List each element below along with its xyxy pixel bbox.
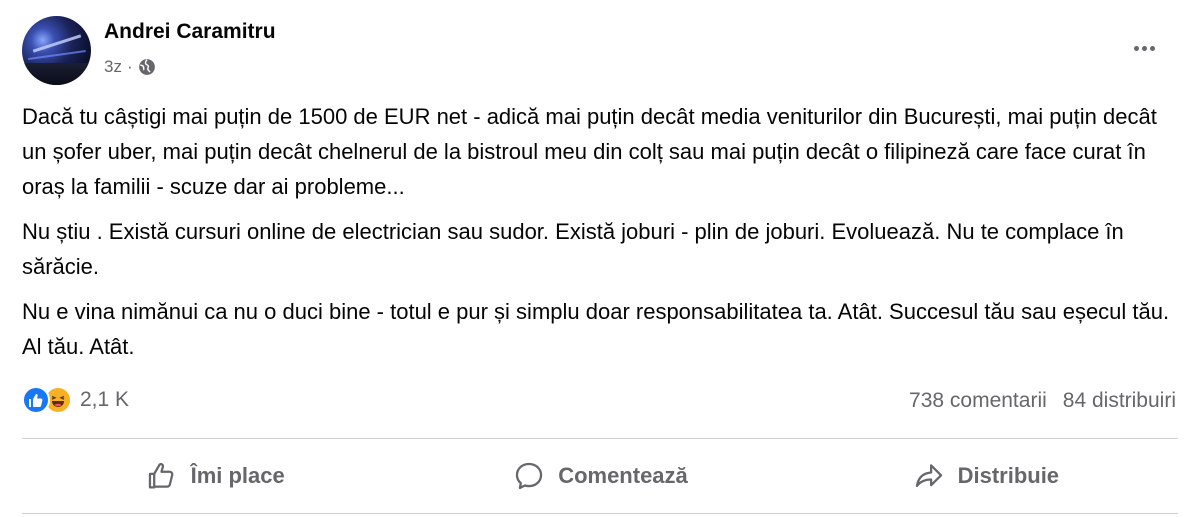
- like-button[interactable]: Îmi place: [22, 440, 407, 512]
- post-body: Dacă tu câștigi mai puțin de 1500 de EUR…: [22, 99, 1182, 374]
- comments-count[interactable]: 738 comentarii: [909, 389, 1047, 413]
- comment-icon: [516, 462, 543, 490]
- author-avatar[interactable]: [22, 16, 91, 85]
- meta-separator: ·: [126, 57, 133, 76]
- more-options-icon[interactable]: [1126, 36, 1162, 60]
- share-button[interactable]: Distribuie: [793, 440, 1178, 512]
- share-icon: [915, 464, 942, 488]
- comment-button[interactable]: Comentează: [407, 440, 792, 512]
- post-paragraph: Dacă tu câștigi mai puțin de 1500 de EUR…: [22, 104, 1157, 199]
- reactions-summary[interactable]: 2,1 K: [22, 386, 129, 414]
- like-icon: [22, 386, 50, 414]
- reaction-count: 2,1 K: [80, 388, 130, 411]
- thumbs-up-icon: [148, 462, 173, 489]
- divider: [22, 513, 1178, 514]
- comment-button-label: Comentează: [558, 463, 688, 488]
- post-timestamp[interactable]: 3z: [104, 57, 122, 77]
- divider: [22, 438, 1178, 439]
- post-paragraph: Nu e vina nimănui ca nu o duci bine - to…: [22, 299, 1170, 359]
- post-paragraph: Nu știu . Există cursuri online de elect…: [22, 219, 1124, 279]
- share-button-label: Distribuie: [957, 463, 1060, 488]
- author-name[interactable]: Andrei Caramitru: [104, 20, 276, 44]
- facebook-post: Andrei Caramitru 3z · Dacă tu câștigi ma…: [0, 0, 1200, 517]
- post-meta: 3z ·: [104, 57, 156, 77]
- like-button-label: Îmi place: [190, 463, 285, 488]
- engagement-counts: 738 comentarii 84 distribuiri: [909, 389, 1176, 413]
- globe-icon[interactable]: [138, 58, 156, 76]
- post-actions-bar: Îmi place Comentează Distribuie: [22, 440, 1178, 512]
- shares-count[interactable]: 84 distribuiri: [1063, 389, 1176, 413]
